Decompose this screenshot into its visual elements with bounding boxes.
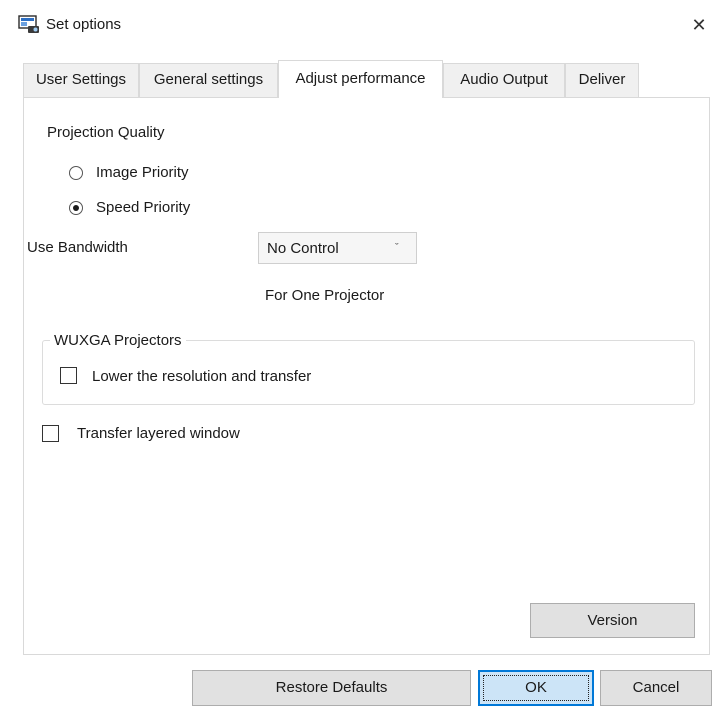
projector-app-icon [18,15,40,35]
speed-priority-radio[interactable] [69,201,83,215]
window-title: Set options [46,16,122,33]
cancel-button[interactable]: Cancel [600,670,712,706]
bandwidth-note: For One Projector [265,287,385,304]
tab-adjust-performance[interactable]: Adjust performance [278,60,443,98]
tab-deliver[interactable]: Deliver [565,63,639,97]
tab-general-settings[interactable]: General settings [139,63,278,97]
tab-audio-output[interactable]: Audio Output [443,63,565,97]
lower-resolution-label[interactable]: Lower the resolution and transfer [92,367,311,387]
ok-button[interactable]: OK [478,670,594,706]
close-icon[interactable]: ✕ [686,12,712,38]
projection-quality-label: Projection Quality [47,124,165,141]
restore-defaults-button[interactable]: Restore Defaults [192,670,471,706]
lower-resolution-checkbox[interactable] [60,367,77,384]
bandwidth-selected-value: No Control [267,240,339,257]
radio-selected-dot [73,205,79,211]
transfer-layered-window-label[interactable]: Transfer layered window [77,424,240,444]
focus-rectangle [483,675,589,701]
use-bandwidth-label: Use Bandwidth [27,239,128,256]
version-button[interactable]: Version [530,603,695,638]
transfer-layered-window-checkbox[interactable] [42,425,59,442]
wuxga-legend: WUXGA Projectors [50,331,186,351]
speed-priority-label[interactable]: Speed Priority [96,198,190,218]
image-priority-radio[interactable] [69,166,83,180]
tab-user-settings[interactable]: User Settings [23,63,139,97]
chevron-down-icon: ˇ [395,242,399,254]
bandwidth-select[interactable]: No Control ˇ [258,232,417,264]
image-priority-label[interactable]: Image Priority [96,163,189,183]
